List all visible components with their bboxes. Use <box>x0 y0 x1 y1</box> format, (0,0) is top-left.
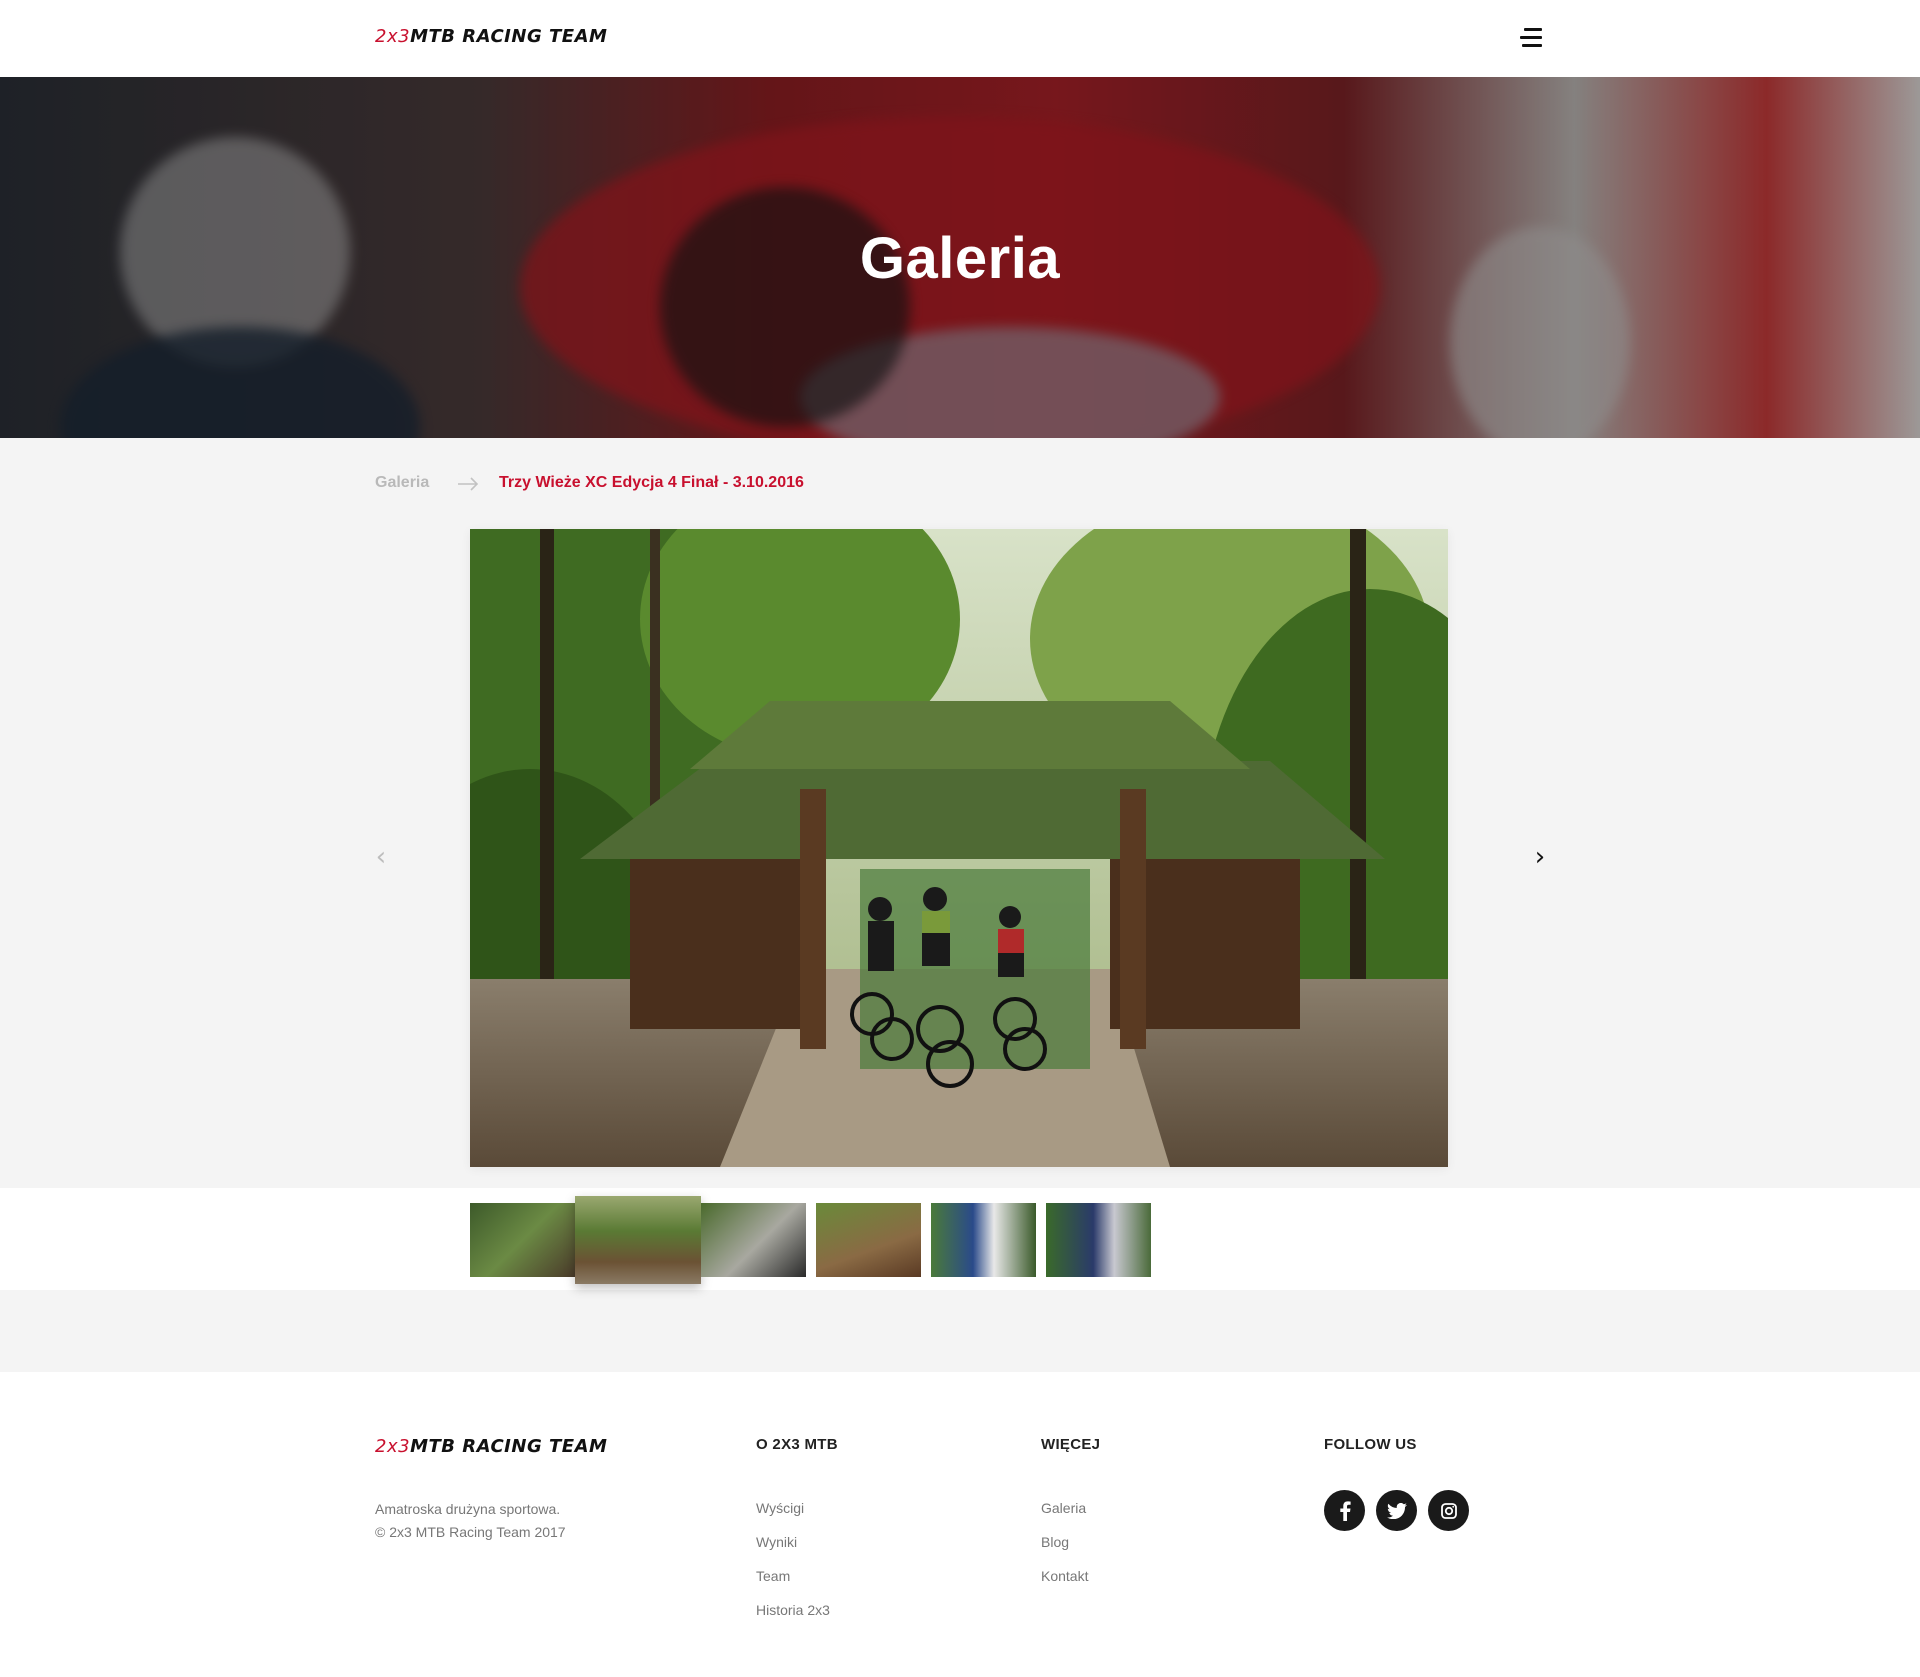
gallery-thumbnail-4[interactable] <box>816 1203 921 1277</box>
footer-description-line1: Amatroska drużyna sportowa. <box>375 1501 561 1517</box>
footer-link-wyscigi[interactable]: Wyścigi <box>756 1498 830 1532</box>
footer-about-title: O 2X3 MTB <box>756 1436 838 1453</box>
hamburger-menu-icon[interactable] <box>1520 28 1546 48</box>
footer-link-historia[interactable]: Historia 2x3 <box>756 1600 830 1634</box>
hero-banner: Galeria <box>0 77 1920 438</box>
logo-accent-text: 2x3 <box>375 1436 411 1457</box>
site-logo[interactable]: 2x3MTB RACING TEAM <box>375 26 607 47</box>
footer-more-title: WIĘCEJ <box>1041 1436 1101 1453</box>
footer-logo[interactable]: 2x3MTB RACING TEAM <box>375 1436 607 1457</box>
page-title: Galeria <box>859 226 1061 291</box>
slider-prev-button[interactable]: ‹ <box>369 842 393 872</box>
footer-link-team[interactable]: Team <box>756 1566 830 1600</box>
slider-next-button[interactable]: › <box>1528 842 1552 872</box>
footer-link-galeria[interactable]: Galeria <box>1041 1498 1088 1532</box>
footer-link-kontakt[interactable]: Kontakt <box>1041 1566 1088 1600</box>
twitter-icon[interactable] <box>1376 1490 1417 1531</box>
gallery-thumbnail-3[interactable] <box>701 1203 806 1277</box>
site-header: 2x3MTB RACING TEAM <box>0 0 1920 77</box>
footer-about-links: Wyścigi Wyniki Team Historia 2x3 <box>756 1498 830 1634</box>
logo-main-text: MTB RACING TEAM <box>410 26 608 47</box>
footer-link-wyniki[interactable]: Wyniki <box>756 1532 830 1566</box>
instagram-icon[interactable] <box>1428 1490 1469 1531</box>
footer-copyright: © 2x3 MTB Racing Team 2017 <box>375 1524 566 1540</box>
footer-more-links: Galeria Blog Kontakt <box>1041 1498 1088 1600</box>
gallery-thumbnail-5[interactable] <box>931 1203 1036 1277</box>
gallery-thumbnail-1[interactable] <box>470 1203 575 1277</box>
footer-link-blog[interactable]: Blog <box>1041 1532 1088 1566</box>
facebook-icon[interactable] <box>1324 1490 1365 1531</box>
gallery-main-photo[interactable] <box>470 529 1448 1167</box>
footer-description: Amatroska drużyna sportowa. © 2x3 MTB Ra… <box>375 1498 566 1544</box>
logo-main-text: MTB RACING TEAM <box>410 1436 608 1457</box>
arrow-right-icon <box>457 475 479 496</box>
breadcrumb-root-link[interactable]: Galeria <box>375 474 429 492</box>
gallery-thumbnail-6[interactable] <box>1046 1203 1151 1277</box>
site-footer: 2x3MTB RACING TEAM Amatroska drużyna spo… <box>0 1372 1920 1677</box>
breadcrumb-current: Trzy Wieże XC Edycja 4 Finał - 3.10.2016 <box>499 474 804 491</box>
footer-follow-title: FOLLOW US <box>1324 1436 1417 1453</box>
gallery-thumbnail-2[interactable] <box>575 1196 701 1284</box>
logo-accent-text: 2x3 <box>375 26 411 47</box>
thumbnail-strip <box>0 1188 1920 1290</box>
